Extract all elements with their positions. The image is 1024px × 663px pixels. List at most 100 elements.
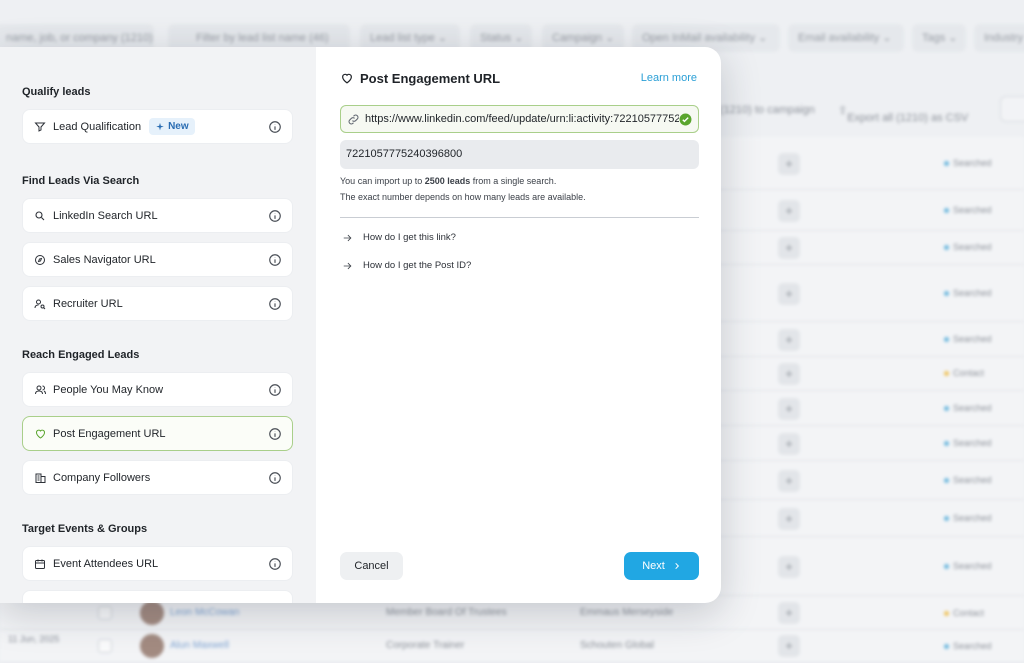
add-lead-button[interactable]: + xyxy=(778,153,800,175)
post-id-field[interactable]: 7221057775240396800 xyxy=(340,140,699,169)
option-label: Recruiter URL xyxy=(53,297,123,310)
status-badge: Contact xyxy=(944,608,984,618)
option-partial-next[interactable] xyxy=(22,590,293,603)
status-dot xyxy=(944,644,949,650)
status-badge: Searched xyxy=(944,438,992,448)
info-icon[interactable] xyxy=(268,383,282,397)
add-lead-button[interactable]: + xyxy=(778,237,800,259)
next-label: Next xyxy=(642,560,665,572)
status-badge: Searched xyxy=(944,242,992,252)
lead-name[interactable]: Alun Maxwell xyxy=(170,640,229,651)
status-label: Searched xyxy=(953,158,992,168)
info-icon[interactable] xyxy=(268,120,282,134)
info-icon[interactable] xyxy=(268,297,282,311)
check-circle-icon xyxy=(679,113,692,125)
lead-company: Emmaus Merseyside xyxy=(580,607,674,618)
status-label: Searched xyxy=(953,513,992,523)
add-lead-button[interactable]: + xyxy=(778,635,800,657)
add-to-campaign-button[interactable]: (1210) to campaign xyxy=(720,104,815,116)
status-label: Searched xyxy=(953,438,992,448)
add-lead-button[interactable]: + xyxy=(778,200,800,222)
info-icon[interactable] xyxy=(268,471,282,485)
status-dot xyxy=(944,208,949,214)
status-badge: Searched xyxy=(944,641,992,651)
post-url-value: https://www.linkedin.com/feed/update/urn… xyxy=(365,113,679,125)
option-event-attendees[interactable]: Event Attendees URL xyxy=(22,546,293,581)
status-badge: Searched xyxy=(944,475,992,485)
inmail-chip-label: Open InMail availability xyxy=(642,32,756,44)
lead-name[interactable]: Leon McCowan xyxy=(170,607,239,618)
status-label: Searched xyxy=(953,641,992,651)
badge-label: New xyxy=(168,121,189,132)
option-label: People You May Know xyxy=(53,383,164,396)
faq-label: How do I get this link? xyxy=(363,232,456,243)
add-lead-button[interactable]: + xyxy=(778,433,800,455)
export-csv-button[interactable]: ⇪ Export all (1210) as CSV xyxy=(838,104,968,124)
lead-title: Member Board Of Trustees xyxy=(386,607,507,618)
option-people-you-may-know[interactable]: People You May Know xyxy=(22,372,293,407)
option-label: Lead Qualification xyxy=(53,120,142,133)
option-linkedin-search[interactable]: LinkedIn Search URL xyxy=(22,198,293,233)
faq-get-post-id[interactable]: How do I get the Post ID? xyxy=(342,260,471,271)
option-sales-navigator[interactable]: Sales Navigator URL xyxy=(22,242,293,277)
option-post-engagement[interactable]: Post Engagement URL xyxy=(22,416,293,451)
post-url-input[interactable]: https://www.linkedin.com/feed/update/urn… xyxy=(340,105,699,133)
add-lead-button[interactable]: + xyxy=(778,508,800,530)
add-lead-button[interactable]: + xyxy=(778,363,800,385)
option-recruiter[interactable]: Recruiter URL xyxy=(22,286,293,321)
section-title-search: Find Leads Via Search xyxy=(22,175,140,187)
info-icon[interactable] xyxy=(268,209,282,223)
email-chip[interactable]: Email availability ⌄ xyxy=(788,24,904,52)
section-title-qualify: Qualify leads xyxy=(22,86,91,98)
add-lead-button[interactable]: + xyxy=(778,470,800,492)
status-dot xyxy=(944,245,949,251)
add-lead-button[interactable]: + xyxy=(778,329,800,351)
table-row[interactable]: 11 Jun, 2025 Alun Maxwell Corporate Trai… xyxy=(0,630,1024,663)
hint-prefix: You can import up to xyxy=(340,176,425,186)
faq-get-link[interactable]: How do I get this link? xyxy=(342,232,456,243)
info-icon[interactable] xyxy=(268,557,282,571)
status-label: Searched xyxy=(953,561,992,571)
sparkle-icon xyxy=(156,122,164,130)
faq-label: How do I get the Post ID? xyxy=(363,260,472,271)
option-lead-qualification[interactable]: Lead Qualification New xyxy=(22,109,293,144)
next-button[interactable]: Next xyxy=(624,552,699,580)
divider xyxy=(340,217,699,218)
add-lead-button[interactable]: + xyxy=(778,283,800,305)
industry-chip[interactable]: Industry xyxy=(974,24,1024,52)
more-button[interactable] xyxy=(1000,96,1024,122)
user-search-icon xyxy=(33,297,47,311)
avatar xyxy=(140,634,164,658)
option-label: Post Engagement URL xyxy=(53,427,166,440)
status-dot xyxy=(944,441,949,447)
section-title-events: Target Events & Groups xyxy=(22,523,148,535)
calendar-icon xyxy=(33,557,47,571)
section-title-engaged: Reach Engaged Leads xyxy=(22,349,140,361)
campaign-chip-label: Campaign xyxy=(552,32,603,44)
source-sidebar: Qualify leads Lead Qualification New Fin… xyxy=(0,47,316,603)
import-leads-modal: Qualify leads Lead Qualification New Fin… xyxy=(0,47,721,603)
add-lead-button[interactable]: + xyxy=(778,556,800,578)
tags-chip[interactable]: Tags ⌄ xyxy=(912,24,966,52)
info-icon[interactable] xyxy=(268,253,282,267)
filter-icon xyxy=(33,120,47,134)
status-label: Contact xyxy=(953,368,985,378)
row-checkbox[interactable] xyxy=(98,639,112,653)
info-icon[interactable] xyxy=(268,427,282,441)
status-dot xyxy=(944,371,949,377)
status-label: Searched xyxy=(953,242,992,252)
status-badge: Searched xyxy=(944,288,992,298)
option-company-followers[interactable]: Company Followers xyxy=(22,460,293,495)
avatar xyxy=(140,601,164,625)
row-checkbox[interactable] xyxy=(98,606,112,620)
cancel-button[interactable]: Cancel xyxy=(340,552,403,580)
table-toolbar: (1210) to campaign ⇪ Export all (1210) a… xyxy=(680,96,1024,126)
import-limit-note: The exact number depends on how many lea… xyxy=(340,192,586,202)
learn-more-link[interactable]: Learn more xyxy=(641,72,697,84)
panel-title: Post Engagement URL xyxy=(340,71,500,86)
add-lead-button[interactable]: + xyxy=(778,602,800,624)
status-label: Contact xyxy=(953,608,985,618)
add-lead-button[interactable]: + xyxy=(778,398,800,420)
users-icon xyxy=(33,383,47,397)
arrow-right-icon xyxy=(343,262,352,269)
